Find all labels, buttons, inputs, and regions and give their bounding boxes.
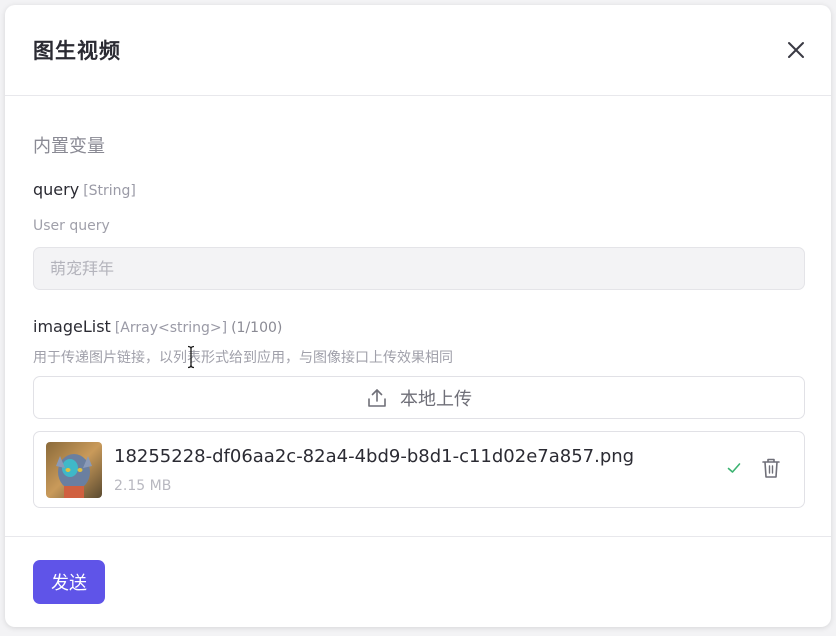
modal-body: 内置变量 query [String] User query 萌宠拜年 image…	[5, 96, 831, 536]
send-button[interactable]: 发送	[33, 560, 105, 604]
upload-label: 本地上传	[400, 388, 472, 410]
query-input[interactable]: 萌宠拜年	[33, 247, 805, 290]
close-button[interactable]	[783, 37, 809, 63]
file-thumbnail	[46, 442, 102, 498]
query-var-name: query	[33, 180, 80, 199]
imagelist-var-count: (1/100)	[231, 320, 283, 336]
section-label: 内置变量	[33, 136, 105, 157]
close-icon	[788, 42, 804, 58]
query-var-description: User query	[33, 218, 110, 234]
modal-dialog: 图生视频 内置变量 query [String] User query 萌宠拜年 …	[5, 5, 831, 627]
file-size: 2.15 MB	[114, 478, 172, 494]
local-upload-button[interactable]: 本地上传	[33, 376, 805, 419]
file-name: 18255228-df06aa2c-82a4-4bd9-b8d1-c11d02e…	[114, 446, 635, 467]
modal-footer: 发送	[5, 536, 831, 628]
imagelist-var-name: imageList	[33, 317, 111, 336]
text-cursor-icon	[187, 345, 195, 369]
imagelist-var-type: [Array<string>]	[114, 320, 228, 336]
modal-header: 图生视频	[5, 5, 831, 96]
query-var-type: [String]	[83, 183, 136, 199]
query-var-label: query [String]	[33, 180, 136, 199]
uploaded-file-item: 18255228-df06aa2c-82a4-4bd9-b8d1-c11d02e…	[33, 431, 805, 508]
modal-title: 图生视频	[33, 39, 121, 63]
upload-icon	[368, 388, 386, 407]
check-icon	[726, 460, 742, 480]
imagelist-var-description: 用于传递图片链接，以列表形式给到应用，与图像接口上传效果相同	[33, 350, 453, 366]
imagelist-var-label: imageList [Array<string>] (1/100)	[33, 317, 282, 336]
delete-file-button[interactable]	[761, 457, 781, 483]
trash-icon	[762, 458, 780, 478]
